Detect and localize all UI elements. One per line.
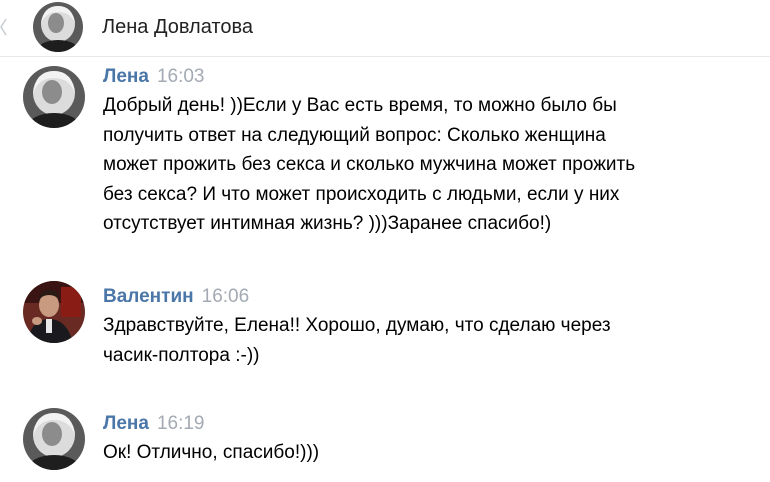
message-text: Здравствуйте, Елена!! Хорошо, думаю, что… bbox=[103, 311, 763, 370]
message-line: Здравствуйте, Елена!! Хорошо, думаю, что… bbox=[103, 315, 611, 336]
message-time: 16:06 bbox=[201, 286, 250, 307]
message-line: может прожить без секса и сколько мужчин… bbox=[103, 154, 636, 175]
contact-avatar[interactable] bbox=[33, 2, 83, 52]
chat-header: Лена Довлатова bbox=[0, 0, 770, 57]
message-line: без секса? И что может происходить с люд… bbox=[103, 183, 620, 205]
message-text: Добрый день! ))Если у Вас есть время, то… bbox=[103, 91, 763, 239]
message-line: Добрый день! ))Если у Вас есть время, то… bbox=[103, 95, 617, 116]
chevron-left-icon[interactable] bbox=[0, 18, 8, 36]
message-author[interactable]: Лена bbox=[103, 413, 149, 434]
message-line: получить ответ на следующий вопрос: Скол… bbox=[103, 124, 606, 146]
chat-window: Лена Довлатова Лена 16:03 Добрый день! ))… bbox=[0, 0, 770, 482]
avatar[interactable] bbox=[23, 408, 85, 470]
message-line: часик-полтора :-)) bbox=[103, 344, 260, 366]
message-time: 16:19 bbox=[156, 413, 205, 434]
message-header: Валентин 16:06 bbox=[103, 286, 249, 309]
message-header: Лена 16:19 bbox=[103, 413, 205, 436]
message-time: 16:03 bbox=[156, 66, 205, 87]
contact-name[interactable]: Лена Довлатова bbox=[102, 15, 253, 39]
message-author[interactable]: Лена bbox=[103, 66, 149, 87]
avatar[interactable] bbox=[23, 281, 85, 343]
message-line: отсутствует интимная жизнь? )))Заранее с… bbox=[103, 213, 552, 234]
message-line: Ок! Отлично, спасибо!))) bbox=[103, 442, 320, 463]
message-header: Лена 16:03 bbox=[103, 66, 205, 89]
message-text: Ок! Отлично, спасибо!))) bbox=[103, 438, 763, 468]
message-author[interactable]: Валентин bbox=[103, 286, 194, 307]
avatar[interactable] bbox=[23, 66, 85, 128]
